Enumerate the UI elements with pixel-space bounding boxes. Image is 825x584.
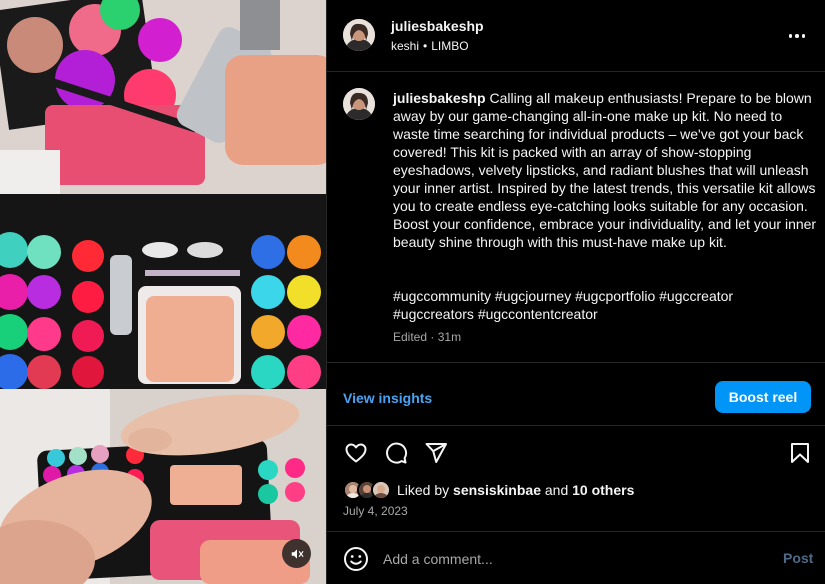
- caption-username[interactable]: juliesbakeshp: [393, 90, 486, 106]
- more-dot-icon: [801, 34, 806, 38]
- likes-text: Liked by sensiskinbae and 10 others: [397, 482, 634, 498]
- caption-hashtags[interactable]: #ugccommunity #ugcjourney #ugcportfolio …: [393, 287, 813, 323]
- comment-input[interactable]: [383, 548, 763, 570]
- audio-track[interactable]: LIMBO: [431, 39, 468, 53]
- avatar: [371, 480, 391, 500]
- likes-connector: and: [544, 482, 569, 498]
- more-dot-icon: [795, 34, 799, 38]
- audio-separator: •: [423, 39, 428, 53]
- first-liker[interactable]: sensiskinbae: [453, 482, 541, 498]
- boost-reel-button[interactable]: Boost reel: [715, 381, 811, 413]
- post-comment-button[interactable]: Post: [783, 550, 813, 566]
- liker-avatars: [343, 479, 395, 501]
- profile-photo: [343, 19, 375, 51]
- post-username[interactable]: juliesbakeshp: [391, 18, 484, 34]
- liker-photo: [373, 482, 389, 498]
- likes-prefix: Liked by: [397, 482, 450, 498]
- comment-bar: Post: [327, 531, 825, 584]
- comment-button[interactable]: [381, 438, 411, 468]
- action-bar: [327, 436, 825, 470]
- comment-icon: [386, 442, 408, 464]
- reel-thumbnail: [0, 0, 326, 584]
- paper-plane-icon: [425, 443, 447, 463]
- audio-info[interactable]: keshi • LIMBO: [391, 39, 469, 53]
- post-header: juliesbakeshp keshi • LIMBO: [327, 0, 825, 72]
- like-button[interactable]: [341, 438, 371, 468]
- heart-icon: [345, 443, 367, 463]
- mute-button[interactable]: [282, 539, 311, 568]
- caption-avatar[interactable]: [343, 88, 375, 120]
- likes-summary[interactable]: Liked by sensiskinbae and 10 others: [343, 479, 634, 501]
- edited-time: 31m: [437, 330, 462, 344]
- save-button[interactable]: [785, 438, 815, 468]
- more-dot-icon: [788, 34, 793, 38]
- caption-text: juliesbakeshp Calling all makeup enthusi…: [393, 89, 818, 251]
- post-details-panel: juliesbakeshp keshi • LIMBO juliesbakeshp …: [326, 0, 825, 584]
- smiley-icon: [344, 547, 368, 571]
- caption-section: juliesbakeshp Calling all makeup enthusi…: [327, 72, 825, 362]
- avatar[interactable]: [343, 19, 375, 51]
- profile-photo: [343, 88, 375, 120]
- insights-bar: View insights Boost reel: [327, 362, 825, 426]
- edited-separator: ·: [430, 330, 435, 344]
- bookmark-icon: [791, 443, 809, 463]
- reel-media[interactable]: [0, 0, 326, 584]
- view-insights-link[interactable]: View insights: [343, 390, 432, 406]
- others-count[interactable]: 10 others: [572, 482, 634, 498]
- emoji-button[interactable]: [343, 546, 369, 572]
- more-options-button[interactable]: [783, 26, 811, 46]
- share-button[interactable]: [421, 438, 451, 468]
- caption-body: Calling all makeup enthusiasts! Prepare …: [393, 90, 817, 250]
- speaker-muted-icon: [291, 548, 303, 559]
- edited-label: Edited: [393, 330, 428, 344]
- edited-meta: Edited · 31m: [393, 330, 461, 344]
- post-date: July 4, 2023: [343, 504, 408, 518]
- audio-artist[interactable]: keshi: [391, 39, 419, 53]
